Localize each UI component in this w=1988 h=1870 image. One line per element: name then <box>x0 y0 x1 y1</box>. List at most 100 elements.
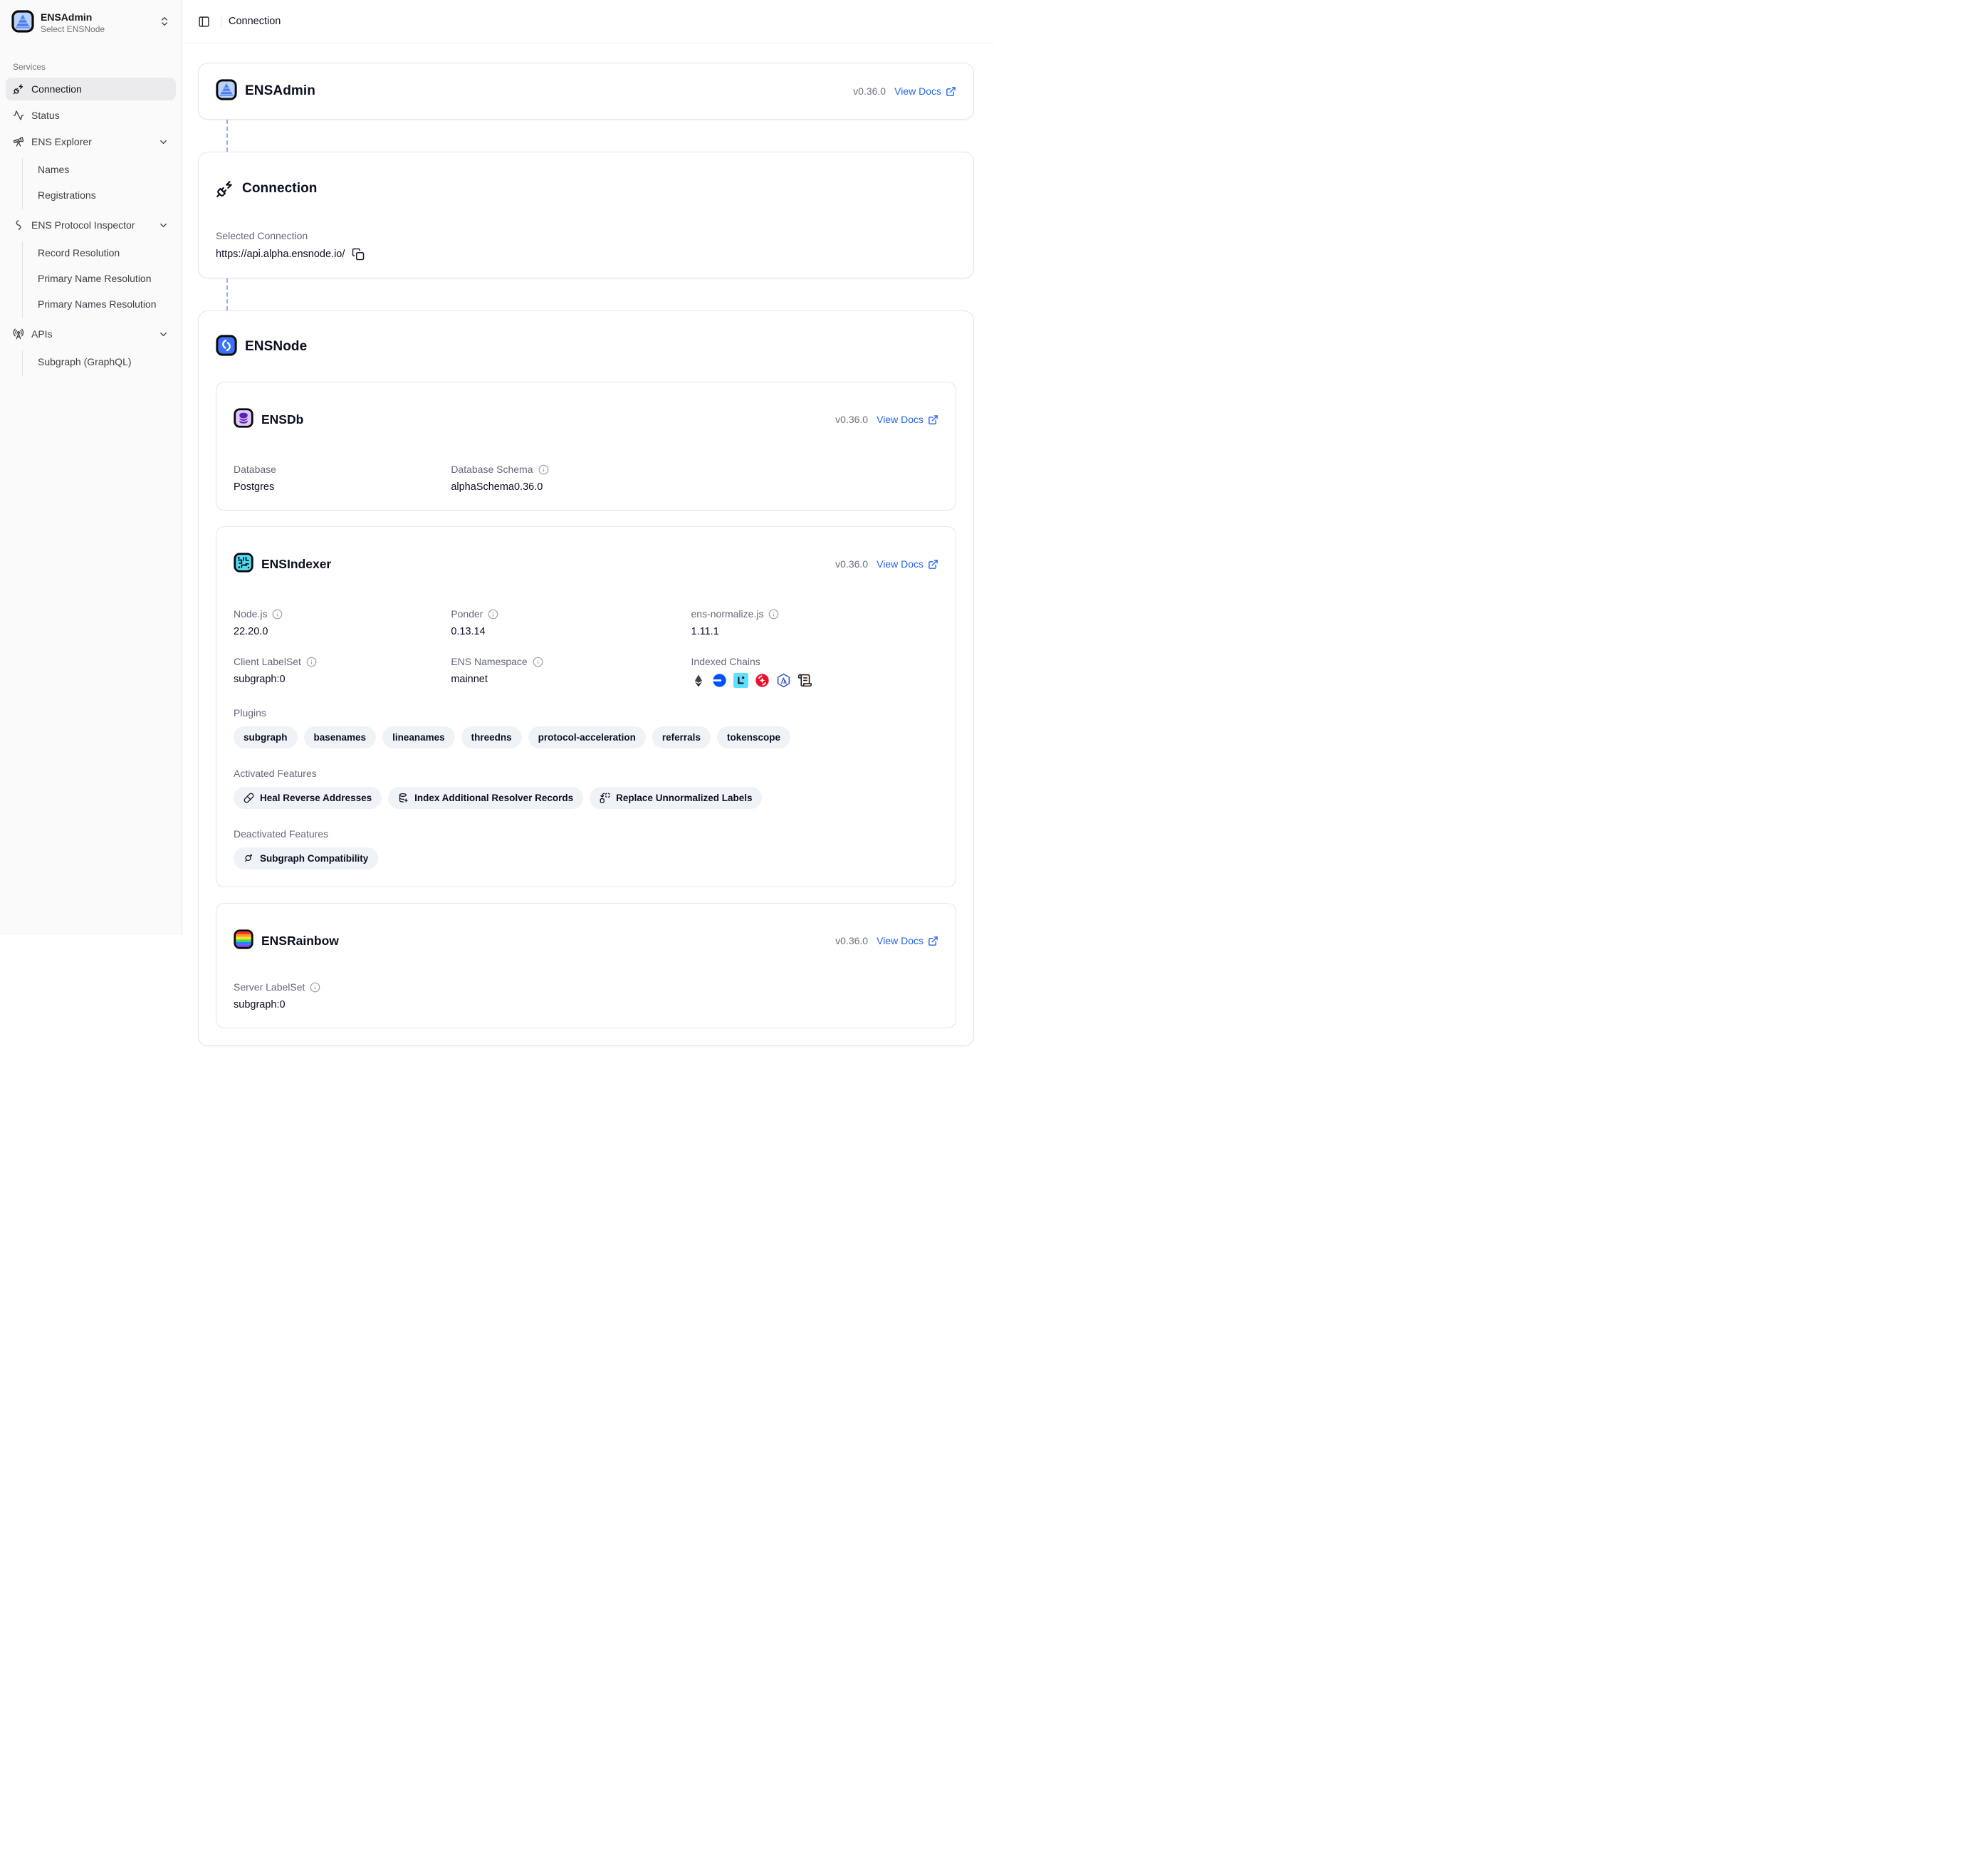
connection-card: Connection Selected Connection https://a… <box>198 152 974 278</box>
server-labelset-field-label: Server LabelSet <box>234 981 938 993</box>
ensadmin-card: ENSAdmin v0.36.0 View Docs <box>198 63 974 120</box>
info-icon[interactable] <box>768 609 779 620</box>
sidebar-nav: Connection Status ENS Explorer Names Reg… <box>6 78 176 380</box>
breadcrumb: Connection <box>229 16 281 27</box>
external-link-icon <box>946 86 956 97</box>
indexed-chains-label: Indexed Chains <box>691 656 938 667</box>
ens-normalize-label: ens-normalize.js <box>691 608 764 620</box>
sidebar-item-protocol-inspector[interactable]: ENS Protocol Inspector <box>6 214 176 236</box>
database-schema-value: alphaSchema0.36.0 <box>451 481 691 493</box>
plugins-label: Plugins <box>234 707 938 719</box>
ensindexer-version: v0.36.0 <box>835 558 868 570</box>
main-area: Connection ENSAdmin <box>182 0 994 935</box>
sidebar-item-connection[interactable]: Connection <box>6 78 176 100</box>
feature-badge: Index Additional Resolver Records <box>388 787 583 809</box>
sidebar-item-label: Status <box>31 110 60 121</box>
ensrainbow-card-title: ENSRainbow <box>261 934 339 949</box>
sidebar-item-subgraph-graphql[interactable]: Subgraph (GraphQL) <box>25 350 176 373</box>
ensdb-logo-icon <box>234 408 253 432</box>
sidebar-item-record-resolution[interactable]: Record Resolution <box>25 241 176 264</box>
database-plus-icon <box>398 793 409 803</box>
info-icon[interactable] <box>310 982 320 993</box>
copy-icon <box>352 248 365 261</box>
external-link-icon <box>928 936 938 946</box>
selected-connection-label: Selected Connection <box>216 230 956 241</box>
plugin-badge: lineanames <box>382 726 455 748</box>
ens-namespace-field: ENS Namespace mainnet <box>451 656 691 688</box>
sidebar: ENSAdmin Select ENSNode Services Connect… <box>0 0 182 935</box>
ens-normalize-field: ens-normalize.js 1.11.1 <box>691 608 938 637</box>
ens-explorer-subtree: Names Registrations <box>22 158 176 209</box>
chevron-down-icon <box>158 220 169 231</box>
threedns-chain-icon <box>755 673 770 688</box>
ensindexer-logo-icon <box>234 553 253 576</box>
ensdb-card-title: ENSDb <box>261 412 303 427</box>
sidebar-item-label: APIs <box>31 328 53 340</box>
external-link-icon <box>928 559 938 570</box>
ensdb-version: v0.36.0 <box>835 414 868 425</box>
database-schema-label: Database Schema <box>451 464 533 475</box>
app-subtitle: Select ENSNode <box>41 24 152 36</box>
connector-line <box>226 278 228 310</box>
ensrainbow-logo-icon <box>234 929 253 953</box>
info-icon[interactable] <box>538 464 549 475</box>
ens-namespace-label: ENS Namespace <box>451 656 527 667</box>
connector-line <box>226 120 228 152</box>
info-icon[interactable] <box>272 609 283 620</box>
info-icon[interactable] <box>488 609 498 620</box>
feature-badge: Heal Reverse Addresses <box>234 787 382 809</box>
indexed-chains-field: Indexed Chains <box>691 656 938 688</box>
ensrainbow-version: v0.36.0 <box>835 935 868 946</box>
plug-zap-icon <box>216 179 234 198</box>
ensindexer-view-docs-link[interactable]: View Docs <box>877 558 938 570</box>
plugin-badge: tokenscope <box>717 726 790 748</box>
ensnode-selector[interactable]: ENSAdmin Select ENSNode <box>6 6 176 41</box>
ens-mark-icon <box>13 219 24 231</box>
panel-left-icon <box>198 16 210 28</box>
activated-features-label: Activated Features <box>234 768 938 779</box>
nodejs-value: 22.20.0 <box>234 626 451 637</box>
ensdb-view-docs-link[interactable]: View Docs <box>877 414 938 425</box>
nodejs-field: Node.js 22.20.0 <box>234 608 451 637</box>
server-labelset-value: subgraph:0 <box>234 999 938 1010</box>
ethereum-chain-icon <box>691 674 706 688</box>
sidebar-item-primary-name-resolution[interactable]: Primary Name Resolution <box>25 267 176 290</box>
ens-normalize-value: 1.11.1 <box>691 626 938 637</box>
scroll-chain-icon <box>797 673 812 688</box>
ensrainbow-view-docs-link[interactable]: View Docs <box>877 935 938 946</box>
external-link-icon <box>928 414 938 425</box>
plugins-list: subgraph basenames lineanames threedns p… <box>234 726 938 748</box>
ensnode-card: ENSNode <box>198 310 974 1047</box>
services-section-label: Services <box>6 62 176 72</box>
replace-icon <box>600 793 610 803</box>
sidebar-item-names[interactable]: Names <box>25 158 176 181</box>
sidebar-item-apis[interactable]: APIs <box>6 323 176 345</box>
ponder-value: 0.13.14 <box>451 626 691 637</box>
sidebar-item-status[interactable]: Status <box>6 104 176 127</box>
ensadmin-view-docs-link[interactable]: View Docs <box>894 85 956 97</box>
sidebar-item-label: Connection <box>31 83 82 95</box>
sidebar-item-primary-names-resolution[interactable]: Primary Names Resolution <box>25 293 176 315</box>
ensdb-card: ENSDb v0.36.0 View Docs <box>216 382 956 511</box>
ponder-label: Ponder <box>451 608 483 620</box>
ensnode-logo-icon <box>216 335 237 360</box>
ensindexer-card-title: ENSIndexer <box>261 557 331 572</box>
info-icon[interactable] <box>306 657 317 667</box>
connection-card-title: Connection <box>242 181 318 197</box>
ensadmin-version: v0.36.0 <box>853 85 886 97</box>
sidebar-item-ens-explorer[interactable]: ENS Explorer <box>6 130 176 153</box>
copy-url-button[interactable] <box>352 248 365 261</box>
plugin-badge: threedns <box>461 726 522 748</box>
info-icon[interactable] <box>533 657 543 667</box>
sidebar-item-registrations[interactable]: Registrations <box>25 184 176 207</box>
deactivated-features-label: Deactivated Features <box>234 828 938 840</box>
feature-badge: Replace Unnormalized Labels <box>590 787 762 809</box>
base-chain-icon <box>712 673 727 688</box>
ensindexer-card: ENSIndexer v0.36.0 View Docs <box>216 526 956 887</box>
apis-subtree: Subgraph (GraphQL) <box>22 350 176 376</box>
activated-features-list: Heal Reverse Addresses Index Additional … <box>234 787 938 809</box>
topbar: Connection <box>182 0 994 43</box>
arbitrum-chain-icon <box>776 673 791 688</box>
sidebar-toggle-button[interactable] <box>194 11 214 31</box>
app-root: ENSAdmin Select ENSNode Services Connect… <box>0 0 994 935</box>
